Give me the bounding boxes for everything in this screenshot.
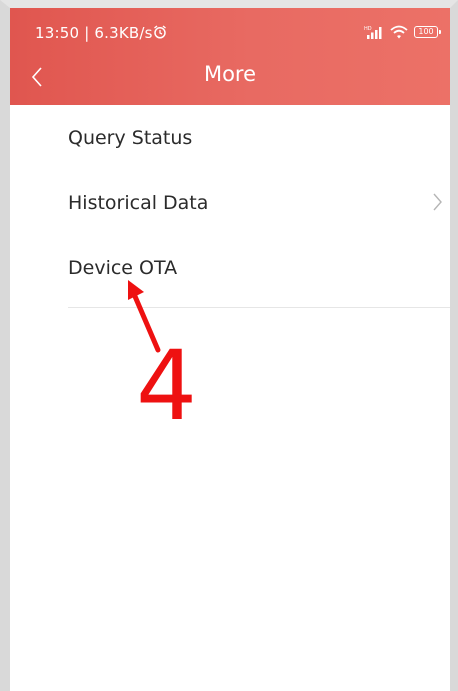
app-header: 13:50 | 6.3KB/s HD 100 More (10, 8, 450, 105)
chevron-right-icon (433, 193, 442, 211)
menu-item-label: Historical Data (68, 191, 209, 214)
battery-level: 100 (418, 27, 434, 36)
menu-item-label: Device OTA (68, 256, 178, 279)
menu-list: Query Status Historical Data Device OTA (10, 105, 450, 300)
wifi-icon (390, 25, 408, 39)
battery-icon: 100 (414, 26, 441, 38)
svg-text:HD: HD (364, 26, 372, 32)
status-icons: HD 100 (364, 24, 441, 40)
alarm-icon (154, 25, 166, 39)
status-bar: 13:50 | 6.3KB/s HD 100 (10, 8, 450, 52)
annotation-step-number: 4 (136, 330, 198, 442)
phone-screen: 13:50 | 6.3KB/s HD 100 More Query Status… (10, 8, 450, 691)
status-time: 13:50 | 6.3KB/s (35, 24, 153, 42)
menu-item-query-status[interactable]: Query Status (10, 105, 450, 170)
menu-item-device-ota[interactable]: Device OTA (10, 235, 450, 300)
menu-item-label: Query Status (68, 126, 193, 149)
menu-item-historical-data[interactable]: Historical Data (10, 170, 450, 235)
page-title: More (203, 62, 257, 86)
signal-icon: HD (364, 26, 382, 39)
